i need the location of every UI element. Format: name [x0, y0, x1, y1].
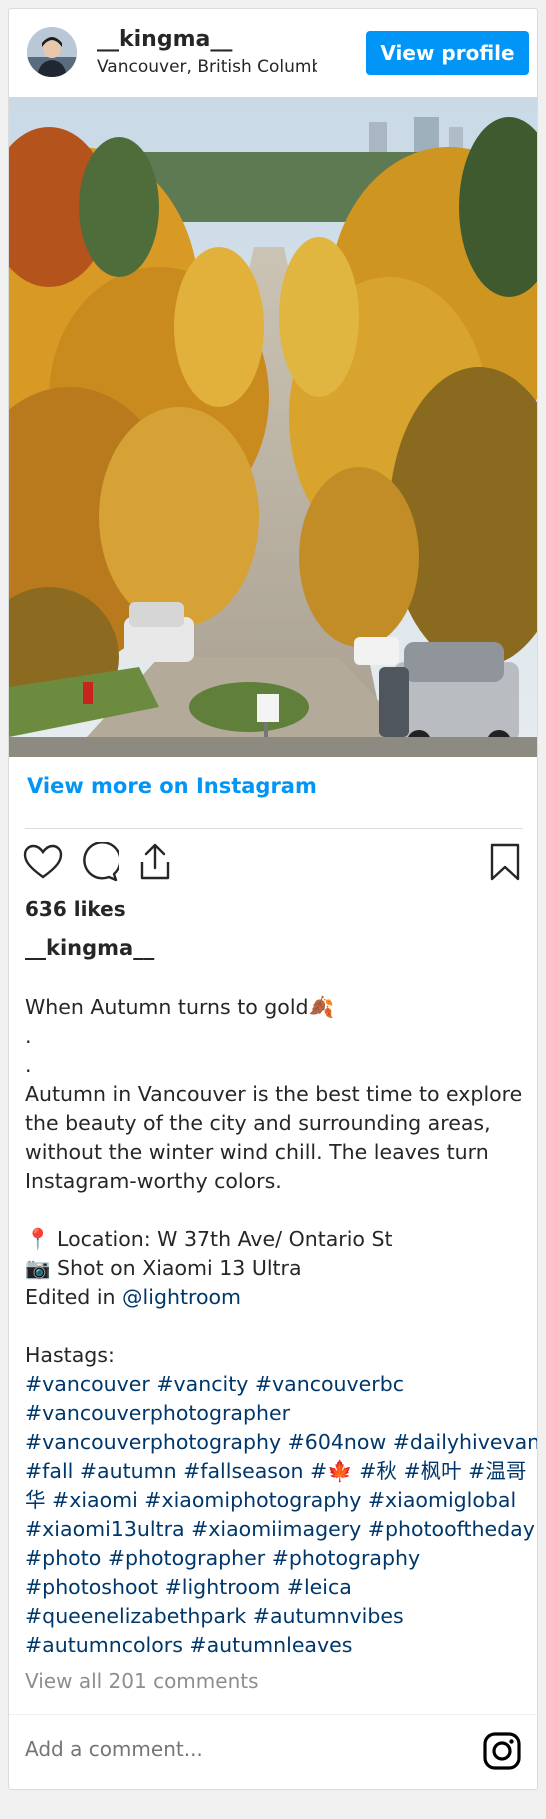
- caption-line: 华 #xiaomi #xiaomiphotography #xiaomiglob…: [25, 1486, 530, 1515]
- username[interactable]: __kingma__: [97, 27, 232, 52]
- caption-line: #vancouverphotographer: [25, 1399, 530, 1428]
- caption-line: .: [25, 1051, 530, 1080]
- divider: [25, 828, 523, 829]
- post-caption: When Autumn turns to gold🍂.. Autumn in Va…: [25, 993, 537, 1660]
- caption-text: 📍 Location: W 37th Ave/ Ontario St: [25, 1227, 393, 1251]
- caption-link[interactable]: 华 #xiaomi #xiaomiphotography #xiaomiglob…: [25, 1488, 516, 1512]
- view-profile-button[interactable]: View profile: [366, 31, 529, 75]
- avatar[interactable]: [27, 27, 77, 77]
- caption-line: [25, 1196, 530, 1225]
- caption-link[interactable]: #vancouverphotographer: [25, 1401, 290, 1425]
- caption-text: without the winter wind chill. The leave…: [25, 1140, 489, 1164]
- caption-text: Edited in: [25, 1285, 123, 1309]
- caption-line: #fall #autumn #fallseason #🍁 #秋 #枫叶 #温哥: [25, 1457, 530, 1486]
- view-all-comments-link[interactable]: View all 201 comments: [25, 1669, 259, 1693]
- caption-username[interactable]: __kingma__: [25, 936, 154, 960]
- caption-line: #photo #photographer #photography: [25, 1544, 530, 1573]
- caption-link[interactable]: #queenelizabethpark #autumnvibes: [25, 1604, 404, 1628]
- caption-line: 📷 Shot on Xiaomi 13 Ultra: [25, 1254, 530, 1283]
- caption-line: the beauty of the city and surrounding a…: [25, 1109, 530, 1138]
- caption-link[interactable]: #photo #photographer #photography: [25, 1546, 420, 1570]
- caption-text: the beauty of the city and surrounding a…: [25, 1111, 491, 1135]
- caption-text: Autumn in Vancouver is the best time to …: [25, 1082, 523, 1106]
- caption-line: #vancouverphotography #604now #dailyhive…: [25, 1428, 537, 1457]
- caption-line: #autumncolors #autumnleaves: [25, 1631, 530, 1660]
- caption-line: .: [25, 1022, 530, 1051]
- caption-link[interactable]: #xiaomi13ultra #xiaomiimagery #photoofth…: [25, 1517, 535, 1541]
- instagram-embed-card: __kingma__ Vancouver, British Columbia V…: [8, 8, 538, 1790]
- add-comment-input[interactable]: [25, 1737, 425, 1761]
- caption-line: #vancouver #vancity #vancouverbc: [25, 1370, 530, 1399]
- instagram-icon[interactable]: [482, 1731, 522, 1771]
- caption-line: #xiaomi13ultra #xiaomiimagery #photoofth…: [25, 1515, 535, 1544]
- comment-icon[interactable]: [79, 842, 119, 882]
- caption-text: Instagram-worthy colors.: [25, 1169, 282, 1193]
- likes-count[interactable]: 636 likes: [25, 897, 126, 921]
- view-more-link[interactable]: View more on Instagram: [27, 774, 317, 798]
- caption-line: Instagram-worthy colors.: [25, 1167, 530, 1196]
- post-photo[interactable]: [9, 97, 537, 757]
- caption-line: Autumn in Vancouver is the best time to …: [25, 1080, 530, 1109]
- caption-line: #photoshoot #lightroom #leica: [25, 1573, 530, 1602]
- caption-line: without the winter wind chill. The leave…: [25, 1138, 530, 1167]
- caption-text: When Autumn turns to gold🍂: [25, 995, 335, 1019]
- caption-line: Hastags:: [25, 1341, 530, 1370]
- caption-link[interactable]: #autumncolors #autumnleaves: [25, 1633, 352, 1657]
- location[interactable]: Vancouver, British Columbia: [97, 57, 317, 77]
- caption-line: When Autumn turns to gold🍂: [25, 993, 530, 1022]
- caption-line: #queenelizabethpark #autumnvibes: [25, 1602, 530, 1631]
- caption-link[interactable]: #vancouverphotography #604now #dailyhive…: [25, 1430, 537, 1454]
- caption-text: .: [25, 1053, 32, 1077]
- caption-link[interactable]: #fall #autumn #fallseason #🍁 #秋 #枫叶 #温哥: [25, 1459, 526, 1483]
- caption-line: Edited in @lightroom: [25, 1283, 530, 1312]
- caption-text: Hastags:: [25, 1343, 115, 1367]
- bookmark-icon[interactable]: [485, 842, 525, 882]
- caption-link[interactable]: @lightroom: [122, 1285, 241, 1309]
- caption-line: 📍 Location: W 37th Ave/ Ontario St: [25, 1225, 530, 1254]
- share-icon[interactable]: [135, 842, 175, 882]
- caption-text: .: [25, 1024, 32, 1048]
- caption-link[interactable]: #vancouver #vancity #vancouverbc: [25, 1372, 404, 1396]
- caption-line: [25, 1312, 530, 1341]
- caption-link[interactable]: #photoshoot #lightroom #leica: [25, 1575, 352, 1599]
- divider: [9, 1714, 537, 1715]
- caption-text: 📷 Shot on Xiaomi 13 Ultra: [25, 1256, 302, 1280]
- post-header: __kingma__ Vancouver, British Columbia V…: [9, 9, 537, 97]
- heart-icon[interactable]: [23, 842, 63, 882]
